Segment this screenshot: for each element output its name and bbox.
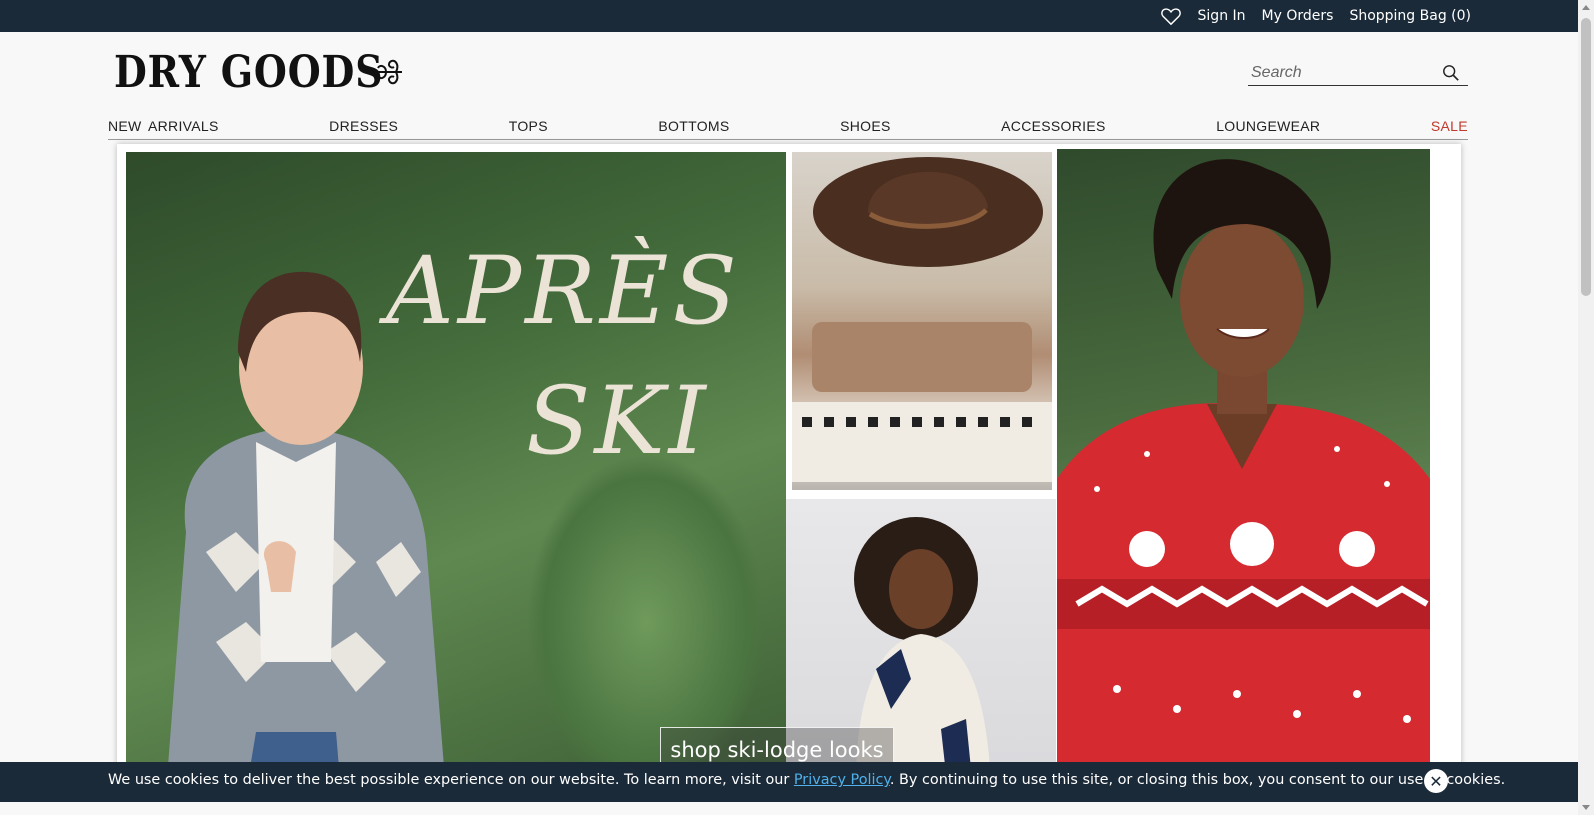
hero-headline: APRÈS SKI (346, 197, 776, 487)
nav-item-shoes[interactable]: SHOES (840, 118, 891, 139)
cookie-text-before: We use cookies to deliver the best possi… (108, 772, 794, 788)
scroll-up-icon[interactable] (1582, 5, 1590, 10)
nav-item-loungewear[interactable]: LOUNGEWEAR (1216, 118, 1320, 139)
search-icon[interactable] (1442, 64, 1460, 82)
headline-line-2: SKI (526, 367, 710, 476)
page-scrollbar[interactable] (1578, 0, 1594, 815)
shopping-bag-link[interactable]: Shopping Bag (0) (1349, 8, 1471, 24)
scroll-down-icon[interactable] (1582, 805, 1590, 810)
nav-item-sale[interactable]: SALE (1431, 118, 1468, 139)
nav-item-accessories[interactable]: ACCESSORIES (1001, 118, 1105, 139)
hero-photo-right (1057, 149, 1430, 784)
search-box (1248, 60, 1468, 86)
cookie-text-after: . By continuing to use this site, or clo… (889, 772, 1506, 788)
top-bar: Sign In My Orders Shopping Bag (0) (0, 0, 1578, 32)
wishlist-heart-icon[interactable] (1160, 6, 1182, 26)
logo[interactable]: DRY GOODS (108, 44, 404, 100)
cookie-message: We use cookies to deliver the best possi… (108, 772, 1505, 788)
logo-right-ornament-icon (374, 59, 402, 85)
nav-item-dresses[interactable]: DRESSES (329, 118, 398, 139)
search-input[interactable] (1248, 63, 1434, 82)
main-nav: NEW ARRIVALS DRESSES TOPS BOTTOMS SHOES … (108, 118, 1468, 140)
sign-in-link[interactable]: Sign In (1198, 8, 1246, 24)
my-orders-link[interactable]: My Orders (1262, 8, 1334, 24)
logo-wordmark: DRY GOODS (114, 46, 384, 98)
nav-item-bottoms[interactable]: BOTTOMS (658, 118, 729, 139)
model-red-sweater-illustration (1057, 159, 1430, 784)
nav-item-tops[interactable]: TOPS (509, 118, 548, 139)
account-links: Sign In My Orders Shopping Bag (0) (1160, 0, 1471, 32)
nav-item-new-arrivals[interactable]: NEW ARRIVALS (108, 118, 219, 139)
scrollbar-thumb[interactable] (1581, 18, 1591, 296)
close-icon[interactable]: ✕ (1424, 769, 1448, 793)
privacy-policy-link[interactable]: Privacy Policy (794, 772, 890, 788)
hero-banner[interactable]: APRÈS SKI shop ski-lodge looks (117, 144, 1461, 784)
cookie-banner: We use cookies to deliver the best possi… (0, 762, 1578, 802)
site-header: DRY GOODS NEW ARRIVALS DRESSES TOPS BOTT… (0, 32, 1578, 144)
headline-line-1: APRÈS (386, 237, 741, 346)
hero-photo-hat-sweaters (789, 149, 1055, 494)
hat-illustration (813, 157, 1043, 267)
hero-photo-left: APRÈS SKI (126, 152, 786, 784)
